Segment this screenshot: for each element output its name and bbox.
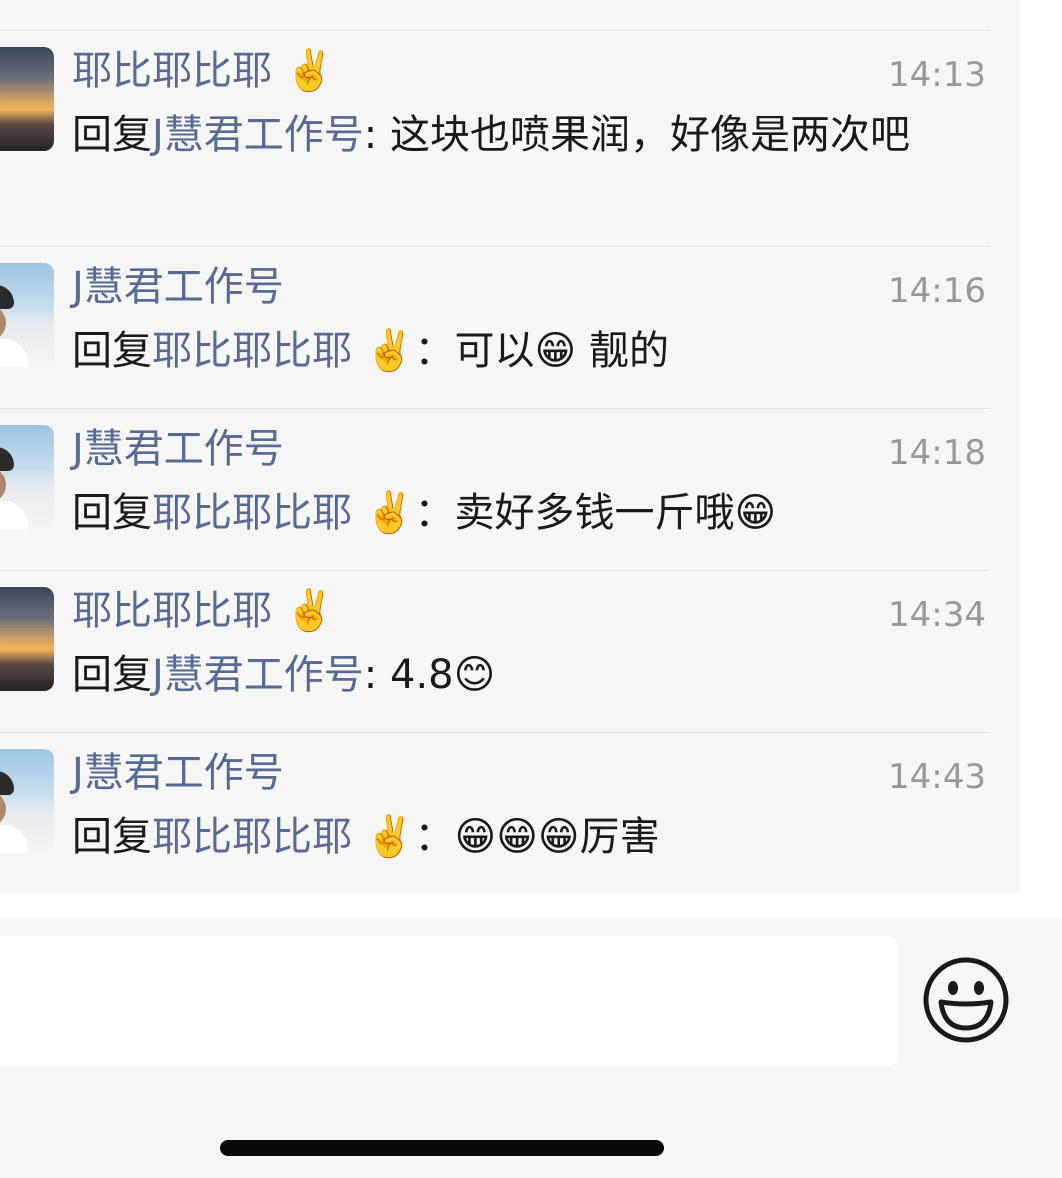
reply-to-name[interactable]: J慧君工作号 [152, 652, 364, 698]
comment-author[interactable]: 耶比耶比耶 ✌️ [72, 43, 335, 99]
reply-prefix: 回复 [72, 112, 152, 158]
smiley-face-icon[interactable] [922, 956, 1010, 1044]
comment-item[interactable]: J慧君工作号 14:18 回复耶比耶比耶 ✌️：卖好多钱一斤哦😁 [0, 408, 990, 571]
comment-message: 可以😁 靓的 [454, 328, 669, 374]
reply-prefix: 回复 [72, 814, 152, 860]
comment-time: 14:16 [888, 271, 986, 311]
reply-colon: ： [414, 328, 455, 374]
comment-message: 😁😁😁厉害 [454, 814, 660, 860]
reply-prefix: 回复 [72, 328, 152, 374]
home-indicator[interactable] [220, 1140, 664, 1156]
comment-text: 回复耶比耶比耶 ✌️：卖好多钱一斤哦😁 [72, 485, 1007, 541]
comment-time: 14:13 [888, 55, 986, 95]
comment-input-bar [0, 918, 1062, 1178]
comment-author[interactable]: J慧君工作号 [72, 421, 284, 477]
avatar[interactable] [0, 749, 54, 853]
reply-prefix: 回复 [72, 490, 152, 536]
comment-time: 14:34 [888, 595, 986, 635]
comment-text: 回复耶比耶比耶 ✌️：可以😁 靓的 [72, 323, 1007, 379]
reply-colon: : [363, 652, 390, 698]
comment-item[interactable]: 耶比耶比耶 ✌️ 14:13 回复J慧君工作号: 这块也喷果润，好像是两次吧 [0, 30, 990, 247]
avatar[interactable] [0, 47, 54, 151]
avatar[interactable] [0, 425, 54, 529]
reply-to-name[interactable]: J慧君工作号 [152, 112, 364, 158]
reply-colon: ： [414, 814, 455, 860]
comment-item[interactable]: J慧君工作号 14:43 回复耶比耶比耶 ✌️：😁😁😁厉害 [0, 732, 990, 894]
comment-author[interactable]: 耶比耶比耶 ✌️ [72, 583, 335, 639]
comment-item[interactable]: J慧君工作号 14:16 回复耶比耶比耶 ✌️：可以😁 靓的 [0, 246, 990, 409]
comment-message: 这块也喷果润，好像是两次吧 [390, 112, 910, 158]
reply-to-name[interactable]: 耶比耶比耶 ✌️ [152, 490, 415, 536]
reply-colon: ： [414, 490, 455, 536]
comment-text: 回复J慧君工作号: 这块也喷果润，好像是两次吧 [72, 107, 1007, 163]
comment-author[interactable]: J慧君工作号 [72, 259, 284, 315]
avatar[interactable] [0, 263, 54, 367]
reply-to-name[interactable]: 耶比耶比耶 ✌️ [152, 328, 415, 374]
comment-text: 回复耶比耶比耶 ✌️：😁😁😁厉害 [72, 809, 1007, 865]
comment-input[interactable] [0, 936, 898, 1066]
comment-item[interactable]: 耶比耶比耶 ✌️ 14:34 回复J慧君工作号: 4.8😊 [0, 570, 990, 733]
comment-message: 卖好多钱一斤哦😁 [454, 490, 777, 536]
comment-list: 耶比耶比耶 ✌️ 14:13 回复J慧君工作号: 这块也喷果润，好像是两次吧 J… [0, 0, 1020, 893]
avatar[interactable] [0, 587, 54, 691]
reply-prefix: 回复 [72, 652, 152, 698]
reply-to-name[interactable]: 耶比耶比耶 ✌️ [152, 814, 415, 860]
comment-text: 回复J慧君工作号: 4.8😊 [72, 647, 1007, 703]
reply-colon: : [363, 112, 390, 158]
comment-author[interactable]: J慧君工作号 [72, 745, 284, 801]
comment-time: 14:18 [888, 433, 986, 473]
comment-time: 14:43 [888, 757, 986, 797]
comment-message: 4.8😊 [390, 652, 496, 698]
